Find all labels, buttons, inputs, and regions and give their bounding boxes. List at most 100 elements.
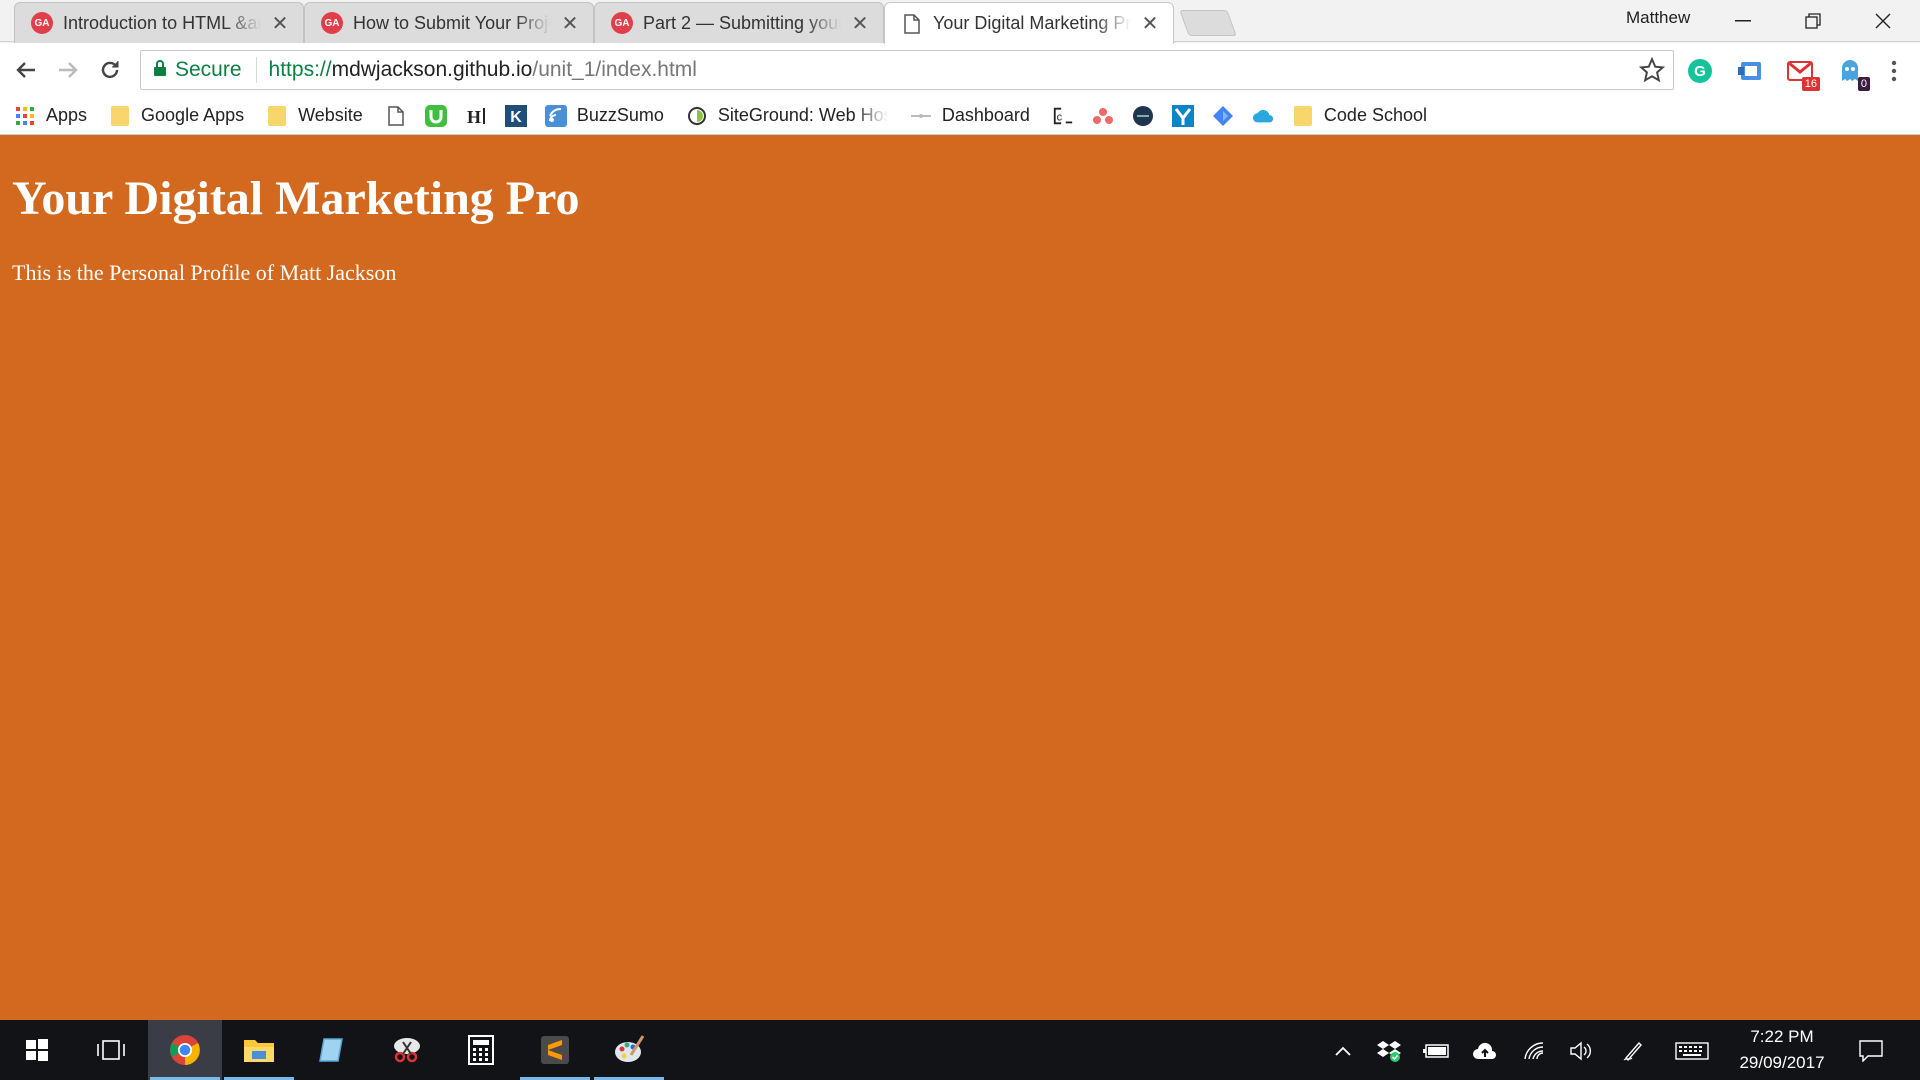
clock-time: 7:22 PM (1750, 1027, 1814, 1046)
bookmark-code-school[interactable]: Code School (1292, 105, 1427, 127)
bookmark-page[interactable] (385, 105, 407, 127)
url-text[interactable]: https://mdwjackson.github.io/unit_1/inde… (269, 58, 697, 82)
bookmark-u[interactable] (424, 104, 447, 127)
bookmark-h[interactable]: H (465, 105, 487, 127)
tab-title: Part 2 — Submitting your (643, 12, 841, 33)
close-window-icon[interactable] (1848, 0, 1918, 42)
action-center-icon[interactable] (1856, 1038, 1886, 1064)
bookmark-label: Website (298, 105, 363, 125)
wifi-icon[interactable] (1520, 1038, 1550, 1064)
bookmark-label: BuzzSumo (576, 105, 664, 125)
tab-part-2-submitting[interactable]: GA Part 2 — Submitting your ✕ (594, 2, 884, 43)
ga-favicon-icon: GA (611, 12, 633, 34)
clock-date: 29/09/2017 (1739, 1053, 1825, 1072)
address-bar[interactable]: Secure https://mdwjackson.github.io/unit… (140, 50, 1674, 90)
gmail-checker-icon[interactable]: 16 (1784, 55, 1820, 91)
restore-icon[interactable] (1778, 0, 1848, 42)
ghostery-icon[interactable]: 0 (1834, 55, 1870, 91)
apps-grid-icon (14, 105, 36, 127)
task-view-icon[interactable] (74, 1020, 148, 1080)
bookmark-codecademy[interactable]: c (1052, 105, 1074, 127)
bookmark-google-apps[interactable]: Google Apps (109, 105, 244, 127)
sublime-text-icon[interactable] (518, 1020, 592, 1080)
show-hidden-icons-chevron-icon[interactable] (1328, 1038, 1358, 1064)
bookmarks-bar: Apps Google Apps Website H K BuzzSumo Si… (0, 97, 1920, 135)
bookmark-k[interactable]: K (504, 104, 527, 127)
url-path: /unit_1/index.html (532, 58, 697, 81)
bookmark-apps[interactable]: Apps (14, 105, 87, 127)
ghostery-count-badge: 0 (1857, 77, 1870, 91)
url-scheme: https:// (268, 58, 332, 81)
folder-icon (109, 105, 131, 127)
siteground-icon (686, 105, 708, 127)
windows-start-icon[interactable] (0, 1020, 74, 1080)
taskbar-clock[interactable]: 7:22 PM 29/09/2017 (1720, 1024, 1844, 1076)
tab-your-digital-marketing-pro[interactable]: Your Digital Marketing Pro ✕ (884, 2, 1174, 44)
ga-favicon-icon: GA (321, 12, 343, 34)
tab-title: Introduction to HTML &amp; (63, 12, 261, 33)
bookmark-label: Dashboard (941, 105, 1030, 125)
paint-icon[interactable] (592, 1020, 666, 1080)
bookmark-label: Google Apps (141, 105, 245, 125)
bookmark-label: SiteGround: Web Hos (717, 105, 888, 125)
bookmark-yoast[interactable] (1171, 104, 1194, 127)
bookmark-circle-logo[interactable] (1132, 105, 1154, 127)
grammarly-icon[interactable]: G (1684, 55, 1716, 87)
mail-count-badge: 16 (1801, 77, 1820, 91)
bookmark-siteground[interactable]: SiteGround: Web Hos (686, 105, 888, 127)
y-logo-icon (1171, 104, 1194, 127)
cloud-icon (1252, 105, 1274, 127)
close-tab-icon[interactable]: ✕ (271, 11, 289, 36)
folder-icon (1292, 105, 1314, 127)
bookmark-cloud[interactable] (1252, 105, 1274, 127)
diamond-icon (1212, 105, 1234, 127)
pen-workspace-icon[interactable] (1618, 1038, 1648, 1064)
close-tab-icon[interactable]: ✕ (561, 11, 579, 36)
back-arrow-icon[interactable] (8, 53, 44, 87)
tab-introduction-to-html[interactable]: GA Introduction to HTML &amp; ✕ (14, 2, 304, 43)
cloud-upload-icon[interactable] (1470, 1038, 1500, 1064)
secure-indicator[interactable]: Secure (141, 57, 257, 83)
snipping-tool-icon[interactable] (370, 1020, 444, 1080)
web-page-content: Your Digital Marketing Pro This is the P… (0, 135, 1920, 1020)
bookmark-diamond[interactable] (1212, 105, 1234, 127)
bookmark-dashboard[interactable]: Dashboard (910, 105, 1030, 127)
tab-strip: GA Introduction to HTML &amp; ✕ GA How t… (0, 0, 1920, 44)
close-tab-icon[interactable]: ✕ (851, 11, 869, 36)
svg-text:K: K (510, 109, 522, 126)
page-heading: Your Digital Marketing Pro (12, 172, 580, 225)
windows-taskbar: 7:22 PM 29/09/2017 (0, 1020, 1920, 1080)
bookmark-website[interactable]: Website (266, 105, 363, 127)
svg-text:c: c (1057, 111, 1063, 123)
file-explorer-icon[interactable] (222, 1020, 296, 1080)
bookmark-asana[interactable] (1092, 105, 1114, 127)
close-tab-icon[interactable]: ✕ (1141, 11, 1159, 36)
tab-how-to-submit[interactable]: GA How to Submit Your Project ✕ (304, 2, 594, 43)
dashboard-icon (910, 105, 932, 127)
bookmark-buzzsumo[interactable]: BuzzSumo (544, 104, 664, 127)
profile-name[interactable]: Matthew (1626, 8, 1690, 28)
chrome-taskbar-icon[interactable] (148, 1020, 222, 1080)
volume-icon[interactable] (1566, 1038, 1596, 1064)
bookmark-star-icon[interactable] (1638, 56, 1666, 88)
browser-toolbar: Secure https://mdwjackson.github.io/unit… (0, 43, 1920, 97)
touch-keyboard-icon[interactable] (1674, 1038, 1710, 1064)
calculator-icon[interactable] (444, 1020, 518, 1080)
u-logo-icon (424, 104, 447, 127)
document-favicon-icon (901, 13, 923, 35)
dropbox-icon[interactable] (1374, 1038, 1404, 1064)
extension-blue-icon[interactable] (1734, 55, 1766, 87)
battery-icon[interactable] (1422, 1038, 1452, 1064)
asana-icon (1092, 105, 1114, 127)
notes-app-icon[interactable] (296, 1020, 370, 1080)
forward-arrow-icon[interactable] (50, 53, 86, 87)
page-paragraph: This is the Personal Profile of Matt Jac… (12, 260, 397, 285)
chrome-menu-icon[interactable] (1878, 55, 1910, 87)
k-logo-icon: K (504, 104, 527, 127)
codecademy-icon: c (1052, 105, 1074, 127)
reload-icon[interactable] (92, 53, 128, 87)
bookmark-label: Code School (1323, 105, 1427, 125)
minimize-icon[interactable] (1708, 0, 1778, 42)
circle-logo-icon (1132, 105, 1154, 127)
new-tab-button[interactable] (1179, 10, 1237, 36)
